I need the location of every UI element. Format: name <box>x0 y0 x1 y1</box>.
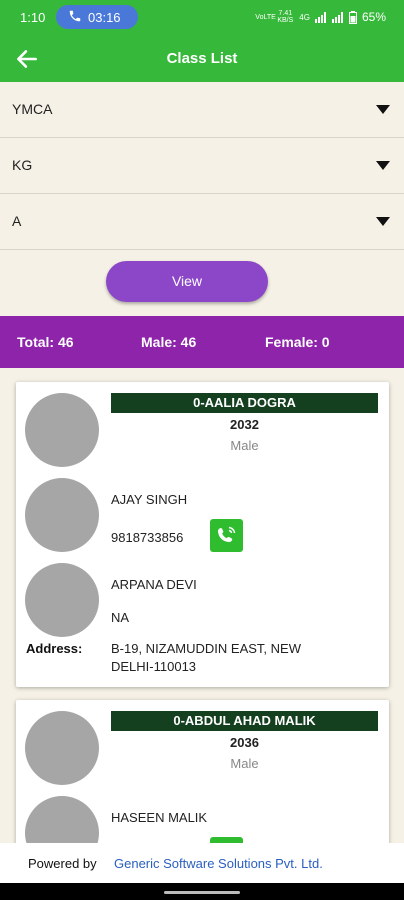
dropdown-arrow-icon <box>376 217 390 226</box>
father-name: AJAY SINGH <box>111 492 188 507</box>
status-time: 1:10 <box>20 10 46 25</box>
battery-percent: 65% <box>361 10 386 24</box>
powered-by-label: Powered by <box>28 856 97 871</box>
student-roll: 2032 <box>230 417 259 432</box>
status-icons: VoLTE 7.41 KB/S 4G 65% <box>255 10 386 24</box>
dropdown-arrow-icon <box>376 105 390 114</box>
status-bar: 1:10 03:16 VoLTE 7.41 KB/S 4G 65% <box>0 0 404 36</box>
net-speed: 7.41 KB/S <box>277 10 294 24</box>
student-gender: Male <box>230 438 259 453</box>
network-type: 4G <box>299 12 310 22</box>
female-count: Female: 0 <box>265 334 330 350</box>
address-label: Address: <box>26 641 83 656</box>
dropdown-arrow-icon <box>376 161 390 170</box>
phone-icon <box>69 10 81 22</box>
address-value: B-19, NIZAMUDDIN EAST, NEW DELHI-110013 <box>111 641 301 674</box>
student-roll: 2036 <box>230 735 259 750</box>
phone-call-icon <box>217 526 236 543</box>
signal-icon-2 <box>331 11 343 23</box>
page-title: Class List <box>166 50 238 67</box>
male-count: Male: 46 <box>141 334 197 350</box>
mother-name: ARPANA DEVI <box>111 577 197 592</box>
student-card[interactable]: 0-ABDUL AHAD MALIK 2036 Male HASEEN MALI… <box>16 700 389 870</box>
gesture-handle[interactable] <box>164 891 240 894</box>
class-dropdown[interactable]: KG <box>0 138 404 194</box>
father-avatar <box>25 478 99 552</box>
mother-avatar <box>25 563 99 637</box>
student-gender: Male <box>230 756 259 771</box>
father-name: HASEEN MALIK <box>111 810 208 825</box>
system-nav-bar <box>0 883 404 900</box>
student-name: 0-AALIA DOGRA <box>111 393 378 413</box>
mother-phone: NA <box>111 610 130 625</box>
volte-indicator: VoLTE <box>255 13 276 21</box>
school-dropdown[interactable]: YMCA <box>0 82 404 138</box>
summary-bar: Total: 46 Male: 46 Female: 0 <box>0 316 404 368</box>
section-dropdown[interactable]: A <box>0 194 404 250</box>
footer: Powered by Generic Software Solutions Pv… <box>0 843 404 883</box>
student-name: 0-ABDUL AHAD MALIK <box>111 711 378 731</box>
father-phone: 9818733856 <box>111 530 184 545</box>
section-value: A <box>12 213 22 229</box>
school-value: YMCA <box>12 101 53 117</box>
call-father-icon[interactable] <box>210 519 243 552</box>
ongoing-call-pill[interactable]: 03:16 <box>56 5 138 29</box>
total-count: Total: 46 <box>17 334 74 350</box>
signal-icon <box>314 11 326 23</box>
screen: 1:10 03:16 VoLTE 7.41 KB/S 4G 65% Class … <box>0 0 404 900</box>
battery-icon <box>348 10 357 24</box>
app-bar: Class List <box>0 36 404 82</box>
class-value: KG <box>12 157 33 173</box>
call-duration: 03:16 <box>88 10 121 25</box>
student-avatar <box>25 711 99 785</box>
student-avatar <box>25 393 99 467</box>
student-card[interactable]: 0-AALIA DOGRA 2032 Male AJAY SINGH 98187… <box>16 382 389 687</box>
company-link[interactable]: Generic Software Solutions Pvt. Ltd. <box>114 856 323 871</box>
view-button[interactable]: View <box>106 261 268 302</box>
